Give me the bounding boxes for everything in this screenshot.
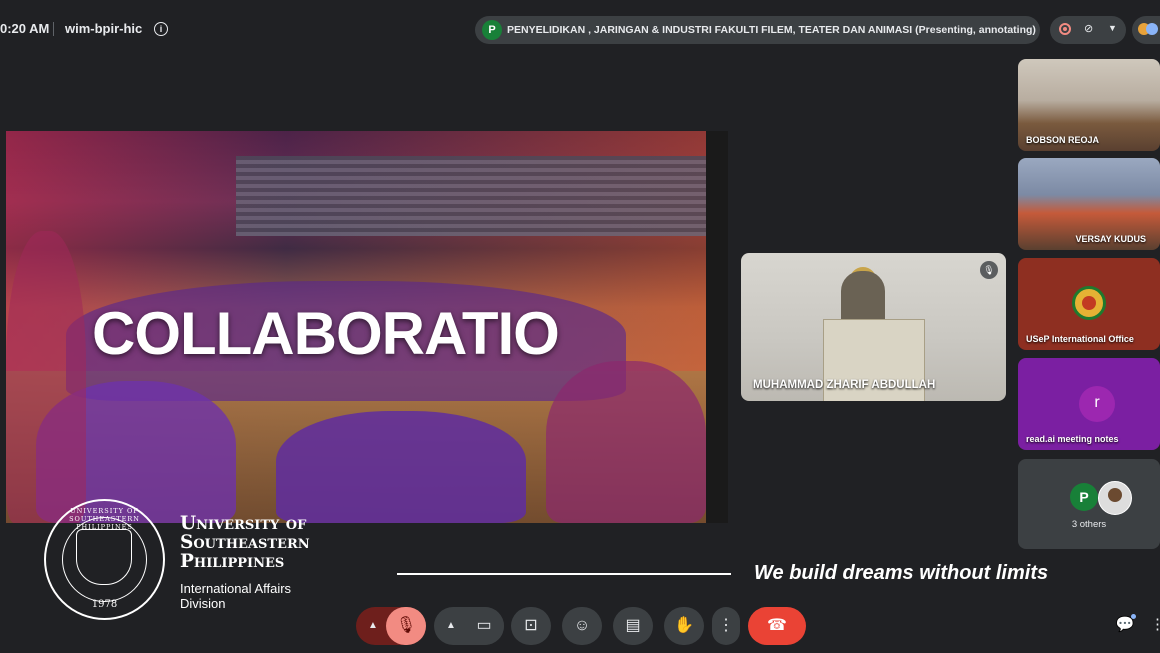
raise-hand-icon[interactable]: ✋	[664, 607, 704, 645]
present-icon[interactable]: ⊡	[511, 607, 551, 645]
chevron-up-icon[interactable]: ▲	[438, 607, 464, 645]
university-line: Southeastern	[180, 532, 310, 553]
meeting-time: 0:20 AM	[0, 21, 50, 36]
captions-icon[interactable]: ▤	[613, 607, 653, 645]
captions-off-icon[interactable]: ⊘	[1084, 23, 1098, 35]
speaker-tile[interactable]: 🎙 MUHAMMAD ZHARIF ABDULLAH	[741, 253, 1006, 401]
tagline: We build dreams without limits	[754, 562, 1049, 584]
slide-margin	[706, 131, 728, 523]
chevron-down-icon[interactable]: ▼	[1108, 23, 1117, 33]
participant-name: read.ai meeting notes	[1026, 434, 1119, 444]
camera-control-group: ▲ ▭	[434, 607, 504, 645]
avatar: r	[1079, 386, 1115, 422]
avatar	[1098, 481, 1132, 515]
usep-logo	[1072, 286, 1106, 320]
chat-icon[interactable]: 💬	[1114, 614, 1136, 636]
top-bar: 0:20 AM wim-bpir-hic i P PENYELIDIKAN , …	[0, 0, 1160, 58]
recording-icon[interactable]	[1059, 23, 1071, 35]
presenter-status-pill[interactable]: P PENYELIDIKAN , JARINGAN & INDUSTRI FAK…	[475, 16, 1040, 44]
mic-off-icon[interactable]: 🎙	[386, 607, 426, 645]
others-tile[interactable]: P 3 others	[1018, 459, 1160, 549]
others-count: 3 others	[1071, 519, 1107, 530]
presenter-status-text: PENYELIDIKAN , JARINGAN & INDUSTRI FAKUL…	[507, 24, 1036, 36]
seal-emblem	[76, 529, 132, 585]
notification-dot	[1131, 614, 1136, 619]
participant-name: VERSAY KUDUS	[1075, 234, 1146, 244]
recording-controls[interactable]: ⊘ ▼	[1050, 16, 1126, 44]
speaker-name: MUHAMMAD ZHARIF ABDULLAH	[753, 379, 936, 391]
participant-name: USeP International Office	[1026, 334, 1134, 344]
mic-off-icon: 🎙	[980, 261, 998, 279]
meeting-code: wim-bpir-hic	[65, 21, 143, 36]
avatar: P	[1070, 483, 1098, 511]
participant-tile[interactable]: VERSAY KUDUS	[1018, 158, 1160, 250]
crowd	[276, 411, 526, 523]
participant-tile[interactable]: BOBSON REOJA	[1018, 59, 1160, 151]
info-icon[interactable]: i	[154, 22, 168, 36]
camera-icon[interactable]: ▭	[464, 607, 504, 645]
university-line: University of	[180, 513, 307, 534]
participant-avatars[interactable]	[1132, 16, 1160, 44]
university-seal: UNIVERSITY OF SOUTHEASTERN PHILIPPINES 1…	[44, 499, 165, 620]
crowd	[546, 361, 706, 523]
divider	[53, 22, 54, 36]
university-line: Philippines	[180, 551, 285, 572]
chevron-up-icon[interactable]: ▲	[360, 607, 386, 645]
more-vert-icon[interactable]: ⋮	[712, 607, 740, 645]
crowd	[6, 231, 86, 523]
avatar	[1146, 23, 1158, 35]
shared-screen: COLLABORATIO	[6, 131, 728, 523]
slide-headline: COLLABORATIO	[92, 300, 560, 367]
participant-name: BOBSON REOJA	[1026, 135, 1100, 145]
activities-icon[interactable]: ⋮	[1150, 614, 1160, 636]
division-name: International Affairs Division	[180, 581, 292, 611]
presenter-avatar: P	[482, 20, 502, 40]
university-name: University of Southeastern Philippines	[180, 514, 310, 571]
mic-control-group: ▲ 🎙	[356, 607, 426, 645]
gym-stands	[236, 156, 706, 236]
participant-tile[interactable]: USeP International Office	[1018, 258, 1160, 350]
emoji-icon[interactable]: ☺	[562, 607, 602, 645]
slide-photo: COLLABORATIO	[6, 131, 706, 523]
end-call-icon[interactable]: ☎	[748, 607, 806, 645]
divider-line	[397, 573, 731, 575]
participant-tile[interactable]: r read.ai meeting notes	[1018, 358, 1160, 450]
seal-year: 1978	[91, 599, 118, 610]
